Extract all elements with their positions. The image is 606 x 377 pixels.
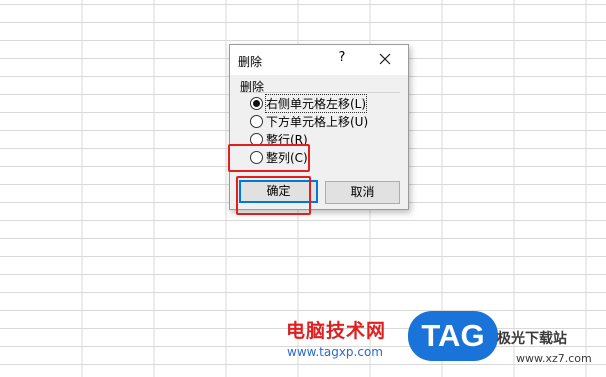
watermark-logo: TAG xyxy=(408,311,498,361)
option-label: 整行(R) xyxy=(266,132,308,147)
option-entire-row[interactable]: 整行(R) xyxy=(250,130,308,148)
option-label: 整列(C) xyxy=(266,150,308,165)
radio-shift-up[interactable] xyxy=(250,114,263,128)
close-icon xyxy=(379,53,391,65)
ok-button[interactable]: 确定 xyxy=(239,180,318,203)
option-shift-left[interactable]: 右侧单元格左移(L) xyxy=(250,93,368,113)
option-label: 下方单元格上移(U) xyxy=(266,114,369,129)
group-divider xyxy=(240,92,400,93)
option-label: 右侧单元格左移(L) xyxy=(264,93,368,113)
radio-entire-column[interactable] xyxy=(250,150,263,164)
watermark-partner-name: 极光下载站 xyxy=(497,331,567,347)
option-entire-column[interactable]: 整列(C) xyxy=(250,148,308,166)
radio-shift-left[interactable] xyxy=(250,96,263,110)
dialog-titlebar: 删除 ? xyxy=(230,45,408,75)
option-shift-up[interactable]: 下方单元格上移(U) xyxy=(250,112,368,130)
close-button[interactable] xyxy=(375,49,395,69)
watermark-site-name: 电脑技术网 xyxy=(286,320,387,342)
cancel-button[interactable]: 取消 xyxy=(325,181,400,204)
help-button[interactable]: ? xyxy=(334,50,350,65)
watermark-site-url: www.tagxp.com xyxy=(287,345,383,359)
watermark-partner-url: www.xz7.com xyxy=(516,352,592,365)
delete-dialog: 删除 ? 删除 右侧单元格左移(L) 下方单元格上移(U) 整行(R) 整列(C… xyxy=(229,44,409,210)
dialog-title: 删除 xyxy=(238,55,263,69)
radio-entire-row[interactable] xyxy=(250,132,263,146)
